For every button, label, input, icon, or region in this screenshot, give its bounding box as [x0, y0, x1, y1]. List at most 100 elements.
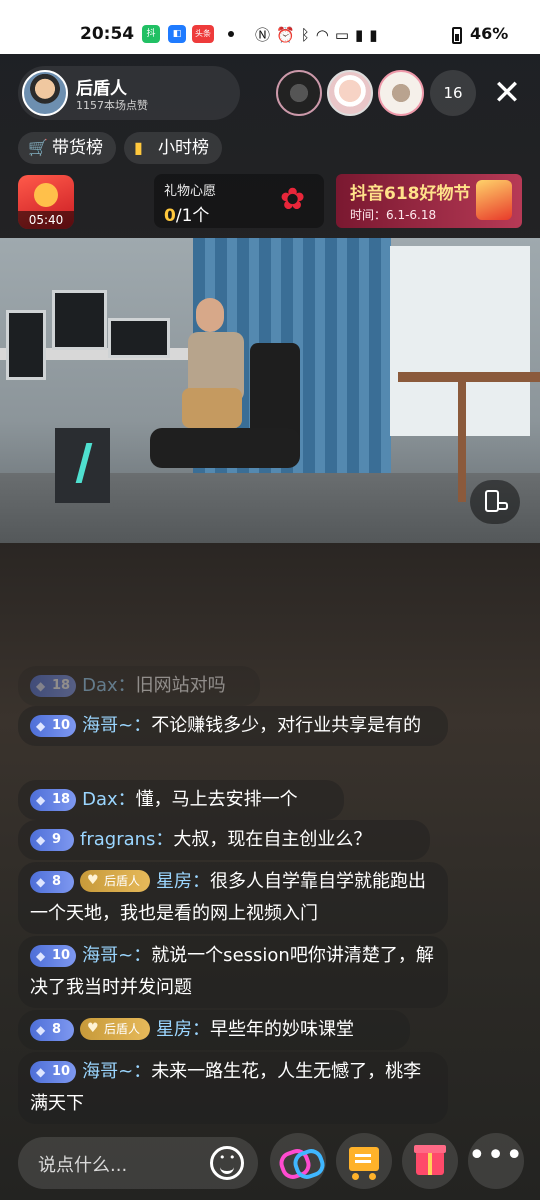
coin-icon	[34, 183, 58, 207]
gift-bag-icon	[476, 180, 512, 220]
gift-wish-current: 0	[164, 206, 176, 226]
chat-nickname[interactable]: 海哥~	[82, 715, 133, 736]
level-badge: 9	[30, 829, 74, 851]
signal-3g-icon: ▮	[369, 26, 384, 44]
app-icon-green: 抖	[142, 25, 160, 43]
chat-message[interactable]: 18Dax：懂，马上去安排一个	[18, 780, 344, 820]
fan-club-badge: 后盾人	[80, 870, 151, 892]
promo-time: 时间：6.1-6.18	[350, 208, 437, 222]
host-info[interactable]: 后盾人 1157本场点赞	[18, 66, 240, 120]
chat-separator: ：	[192, 871, 211, 892]
chat-nickname[interactable]: 海哥~	[82, 945, 133, 966]
chat-message[interactable]: 8 后盾人星房：早些年的妙味课堂	[18, 1010, 410, 1050]
chat-text: 不论赚钱多少，对行业共享是有的	[151, 715, 422, 736]
desk-leg	[458, 382, 466, 502]
emoji-icon[interactable]	[210, 1146, 244, 1180]
level-badge: 18	[30, 675, 77, 697]
chat-nickname[interactable]: Dax	[82, 675, 118, 696]
host-avatar[interactable]	[22, 70, 68, 116]
shopping-cart-button[interactable]	[336, 1133, 392, 1189]
monitor	[6, 310, 46, 380]
comment-placeholder: 说点什么...	[38, 1155, 128, 1176]
status-bar: 20:54 抖 ◧ 头条 Ⓝ⏰ᛒ◠▭▮▮ 46%	[0, 0, 540, 54]
chat-text: 早些年的妙味课堂	[210, 1019, 355, 1040]
signal-5g-icon: ▮	[355, 26, 370, 44]
host-likes: 1157本场点赞	[76, 99, 148, 112]
chat-separator: ：	[155, 829, 174, 850]
alarm-icon: ⏰	[276, 26, 301, 44]
chat-separator: ：	[133, 715, 152, 736]
rose-icon: ✿	[280, 182, 306, 217]
level-badge: 10	[30, 1061, 77, 1083]
desk-right	[398, 372, 540, 382]
goods-rank-button[interactable]: 🛒 带货榜	[18, 132, 116, 164]
hourly-rank-label: 小时榜	[158, 138, 209, 158]
goods-rank-label: 带货榜	[52, 138, 103, 158]
chat-message[interactable]: 10海哥~：不论赚钱多少，对行业共享是有的	[18, 706, 448, 746]
status-time: 20:54	[80, 24, 135, 44]
chat-message[interactable]: 10海哥~：就说一个session吧你讲清楚了，解决了我当时并发问题	[18, 936, 448, 1008]
gift-wish-progress: 0/1个	[164, 201, 209, 226]
chat-separator: ：	[133, 945, 152, 966]
chat-nickname[interactable]: 星房	[156, 871, 192, 892]
gift-wish-total: /1个	[175, 206, 210, 226]
chat-nickname[interactable]: 星房	[156, 1019, 192, 1040]
chat-message[interactable]: 9 fragrans：大叔，现在自主创业么？	[18, 820, 430, 860]
chat-text: 大叔，现在自主创业么？	[173, 829, 372, 850]
viewer-count[interactable]: 16	[430, 70, 476, 116]
phone-icon	[485, 490, 499, 512]
gift-wish-title: 礼物心愿	[164, 184, 217, 199]
host-name: 后盾人	[76, 79, 127, 99]
gift-button[interactable]	[402, 1133, 458, 1189]
battery-icon	[452, 27, 462, 44]
chat-text: 旧网站对吗	[135, 675, 226, 696]
viewer-avatar[interactable]	[276, 70, 322, 116]
notification-dot	[228, 31, 234, 37]
app-icon-blue: ◧	[168, 25, 186, 43]
level-badge: 18	[30, 789, 77, 811]
chat-nickname[interactable]: Dax	[82, 789, 118, 810]
hd-icon: ▭	[334, 26, 355, 44]
gift-icon	[414, 1145, 446, 1175]
level-badge: 10	[30, 715, 77, 737]
more-button[interactable]: •••	[468, 1133, 524, 1189]
level-badge: 8	[30, 1019, 74, 1041]
chat-text: 懂，马上去安排一个	[135, 789, 298, 810]
chat-separator: ：	[117, 675, 136, 696]
monitor	[52, 290, 107, 350]
link-mic-button[interactable]	[270, 1133, 326, 1189]
chat-separator: ：	[192, 1019, 211, 1040]
live-video[interactable]	[0, 238, 540, 543]
hourly-rank-button[interactable]: ▮ 小时榜	[124, 132, 222, 164]
red-packet[interactable]: 05:40	[18, 175, 74, 229]
pc-tower	[55, 428, 110, 503]
viewer-avatar[interactable]	[327, 70, 373, 116]
level-badge: 8	[30, 871, 74, 893]
chat-message[interactable]: 10海哥~：未来一路生花，人生无憾了，桃李满天下	[18, 1052, 448, 1124]
chat-message[interactable]: 8后盾人星房：很多人自学靠自学就能跑出一个天地，我也是看的网上视频入门	[18, 862, 448, 934]
bar-chart-icon: ▮	[134, 138, 143, 157]
rotate-screen-button[interactable]	[470, 480, 520, 524]
cart-icon	[349, 1147, 379, 1171]
comment-input[interactable]: 说点什么...	[18, 1137, 258, 1189]
status-icons: Ⓝ⏰ᛒ◠▭▮▮	[255, 24, 384, 45]
chat-separator: ：	[117, 789, 136, 810]
promo-banner[interactable]: 抖音618好物节 时间：6.1-6.18	[336, 174, 522, 228]
streamer	[182, 298, 258, 438]
chat-nickname[interactable]: fragrans	[80, 829, 155, 850]
promo-title: 抖音618好物节	[350, 184, 471, 204]
wifi-icon: ◠	[315, 26, 335, 44]
close-icon[interactable]: ✕	[490, 74, 524, 112]
nfc-icon: Ⓝ	[255, 26, 277, 44]
level-badge: 10	[30, 945, 77, 967]
fan-club-badge: 后盾人	[80, 1018, 151, 1040]
chat-message[interactable]: 18Dax：旧网站对吗	[18, 666, 260, 706]
bluetooth-icon: ᛒ	[300, 26, 316, 44]
gift-wish-card[interactable]: 礼物心愿 0/1个 ✿	[154, 174, 324, 228]
cart-icon: 🛒	[28, 138, 48, 157]
app-icon-red: 头条	[192, 25, 214, 43]
monitor	[108, 318, 170, 358]
battery-percent: 46%	[470, 24, 509, 43]
viewer-avatar[interactable]	[378, 70, 424, 116]
chat-nickname[interactable]: 海哥~	[82, 1061, 133, 1082]
